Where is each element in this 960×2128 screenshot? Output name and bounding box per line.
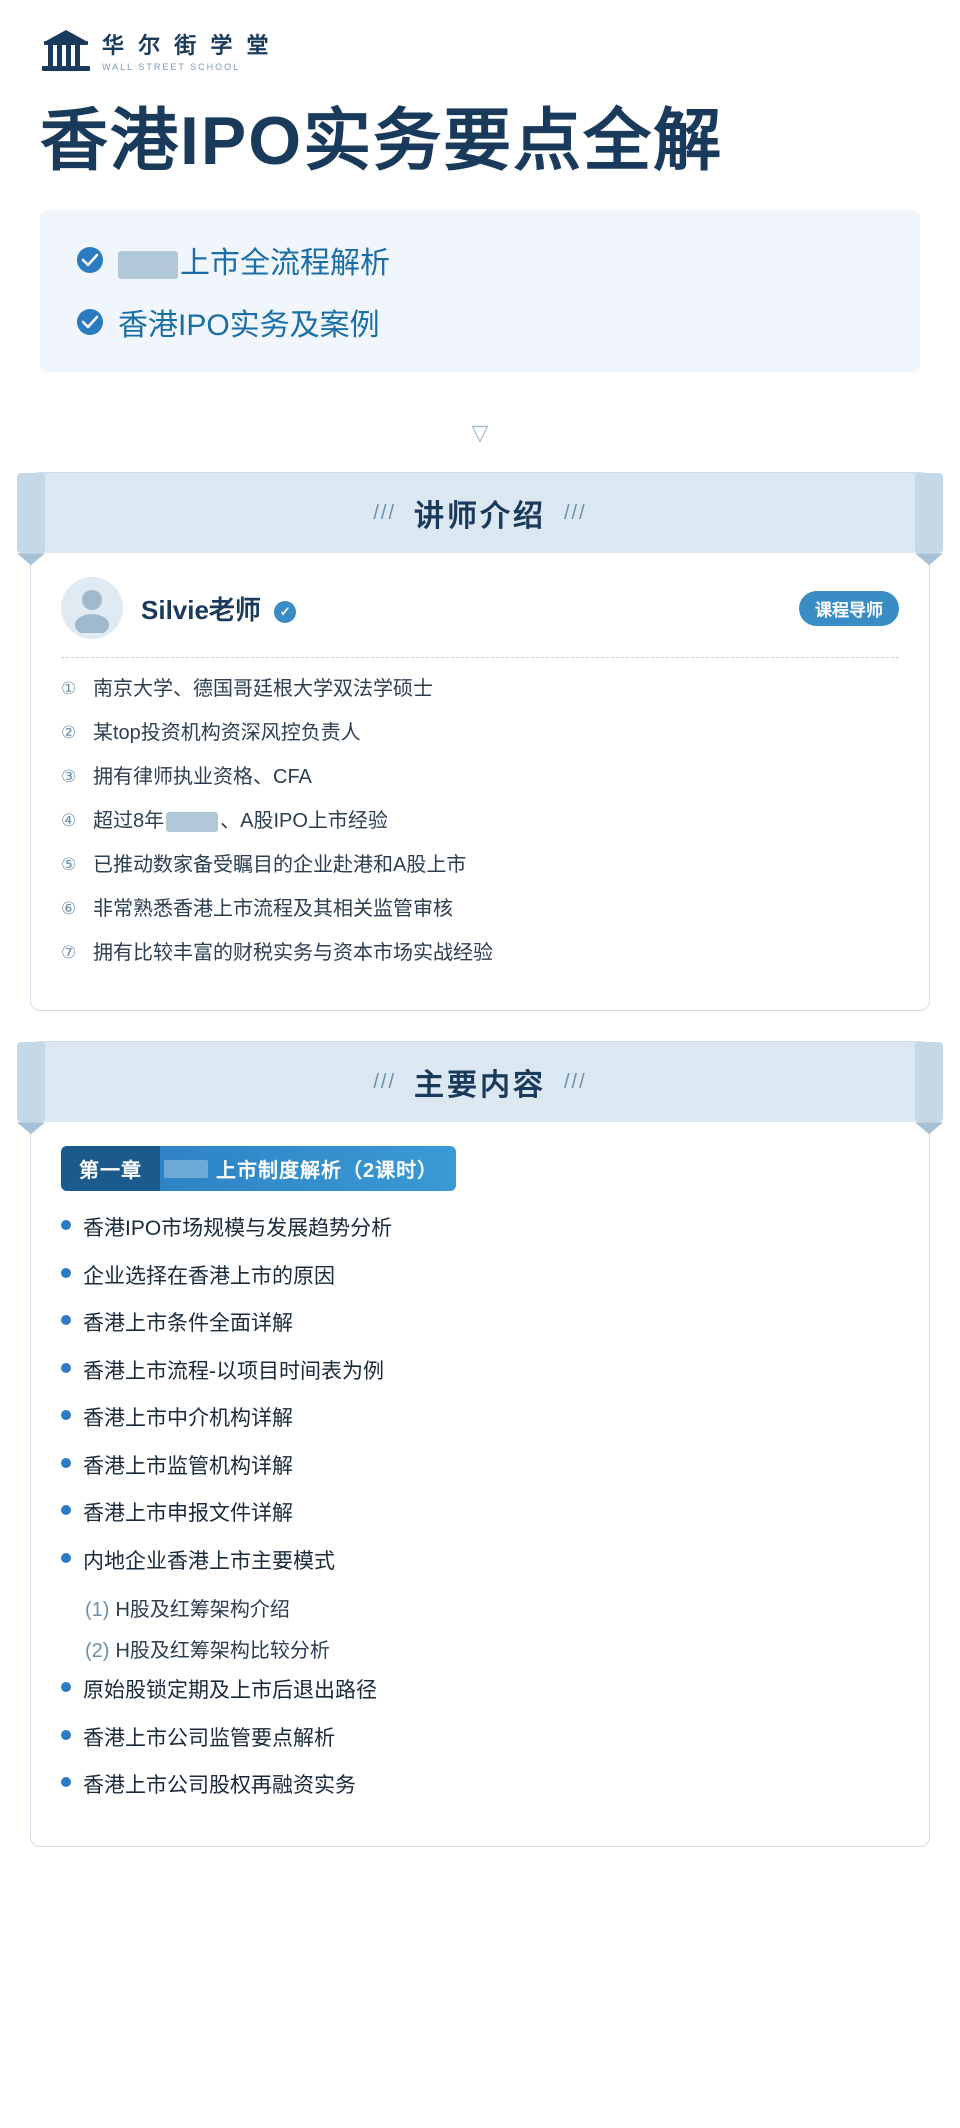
content-section-title: 主要内容 — [414, 1060, 546, 1104]
credential-7: ⑦ 拥有比较丰富的财税实务与资本市场实战经验 — [61, 938, 899, 968]
bullet-4 — [61, 1363, 71, 1373]
instructor-deco-left: /// — [373, 502, 396, 525]
content-deco-left: /// — [373, 1071, 396, 1094]
bullet-3 — [61, 1315, 71, 1325]
instructor-badge: 课程导师 — [799, 591, 899, 626]
arrow-down: ▽ — [0, 402, 960, 456]
bullet-1 — [61, 1220, 71, 1230]
instructor-profile: Silvie老师 ✓ 课程导师 — [61, 577, 899, 639]
list-item: 香港上市监管机构详解 — [61, 1451, 899, 1483]
blur-part-1 — [118, 251, 178, 279]
chapter-label: 第一章 — [61, 1146, 160, 1191]
instructor-section-title: 讲师介绍 — [414, 491, 546, 535]
content-deco-right: /// — [564, 1071, 587, 1094]
logo-text: 华 尔 街 学 堂 WALL STREET SCHOOL — [102, 28, 272, 72]
check-icon-2 — [76, 308, 104, 336]
list-item: 香港上市公司股权再融资实务 — [61, 1770, 899, 1802]
bullet-5 — [61, 1410, 71, 1420]
bullet-9 — [61, 1682, 71, 1692]
chapter-1-header: 第一章 上市制度解析（2课时） — [61, 1146, 456, 1191]
content-card: /// 主要内容 /// 第一章 上市制度解析（2课时） 香港IPO市场规模与发… — [30, 1041, 930, 1847]
logo: 华 尔 街 学 堂 WALL STREET SCHOOL — [40, 28, 272, 72]
page-title: 香港IPO实务要点全解 — [40, 102, 920, 180]
hero-section: 香港IPO实务要点全解 — [0, 92, 960, 210]
logo-chinese: 华 尔 街 学 堂 — [102, 28, 272, 60]
credential-5: ⑤ 已推动数家备受瞩目的企业赴港和A股上市 — [61, 850, 899, 880]
bullet-8 — [61, 1553, 71, 1563]
list-item: 香港上市中介机构详解 — [61, 1403, 899, 1435]
credential-2: ② 某top投资机构资深风控负责人 — [61, 718, 899, 748]
instructor-card: /// 讲师介绍 /// Silvie老师 ✓ 课程导师 ① 南京大学、德国哥 — [30, 472, 930, 1011]
bullet-11 — [61, 1777, 71, 1787]
list-item: 香港IPO市场规模与发展趋势分析 — [61, 1213, 899, 1245]
feature-text-1: 上市全流程解析 — [118, 238, 390, 282]
list-item: 原始股锁定期及上市后退出路径 — [61, 1675, 899, 1707]
content-list: 香港IPO市场规模与发展趋势分析 企业选择在香港上市的原因 香港上市条件全面详解… — [61, 1213, 899, 1577]
feature-box: 上市全流程解析 香港IPO实务及案例 — [40, 210, 920, 372]
avatar — [61, 577, 123, 639]
header: 华 尔 街 学 堂 WALL STREET SCHOOL — [0, 0, 960, 92]
bullet-7 — [61, 1505, 71, 1515]
instructor-deco-right: /// — [564, 502, 587, 525]
list-item: 内地企业香港上市主要模式 — [61, 1546, 899, 1578]
bullet-6 — [61, 1458, 71, 1468]
profile-divider — [61, 657, 899, 658]
chapter-title: 上市制度解析（2课时） — [212, 1146, 456, 1191]
content-list-2: 原始股锁定期及上市后退出路径 香港上市公司监管要点解析 香港上市公司股权再融资实… — [61, 1675, 899, 1802]
content-section-header: /// 主要内容 /// — [31, 1042, 929, 1122]
verified-icon: ✓ — [274, 601, 296, 623]
credential-4: ④ 超过8年、A股IPO上市经验 — [61, 806, 899, 836]
content-body: 第一章 上市制度解析（2课时） 香港IPO市场规模与发展趋势分析 企业选择在香港… — [31, 1122, 929, 1846]
list-item: 企业选择在香港上市的原因 — [61, 1261, 899, 1293]
credential-1: ① 南京大学、德国哥廷根大学双法学硕士 — [61, 674, 899, 704]
sub-item-1: (1)H股及红筹架构介绍 — [61, 1593, 899, 1622]
avatar-icon — [67, 583, 117, 633]
instructor-section-header: /// 讲师介绍 /// — [31, 473, 929, 553]
credential-6: ⑥ 非常熟悉香港上市流程及其相关监管审核 — [61, 894, 899, 924]
check-icon-1 — [76, 246, 104, 274]
logo-english: WALL STREET SCHOOL — [102, 62, 272, 72]
list-item: 香港上市条件全面详解 — [61, 1308, 899, 1340]
bullet-10 — [61, 1730, 71, 1740]
instructor-body: Silvie老师 ✓ 课程导师 ① 南京大学、德国哥廷根大学双法学硕士 ② 某t… — [31, 553, 929, 1010]
list-item: 香港上市公司监管要点解析 — [61, 1723, 899, 1755]
sub-item-2: (2)H股及红筹架构比较分析 — [61, 1634, 899, 1663]
instructor-name: Silvie老师 ✓ — [141, 590, 296, 627]
feature-text-2: 香港IPO实务及案例 — [118, 300, 380, 344]
blur-4 — [166, 812, 218, 832]
bullet-2 — [61, 1268, 71, 1278]
list-item: 香港上市申报文件详解 — [61, 1498, 899, 1530]
feature-item-2: 香港IPO实务及案例 — [76, 300, 884, 344]
list-item: 香港上市流程-以项目时间表为例 — [61, 1356, 899, 1388]
credential-list: ① 南京大学、德国哥廷根大学双法学硕士 ② 某top投资机构资深风控负责人 ③ … — [61, 674, 899, 968]
credential-3: ③ 拥有律师执业资格、CFA — [61, 762, 899, 792]
feature-item-1: 上市全流程解析 — [76, 238, 884, 282]
logo-icon — [40, 28, 92, 72]
chapter-blur — [164, 1160, 208, 1178]
